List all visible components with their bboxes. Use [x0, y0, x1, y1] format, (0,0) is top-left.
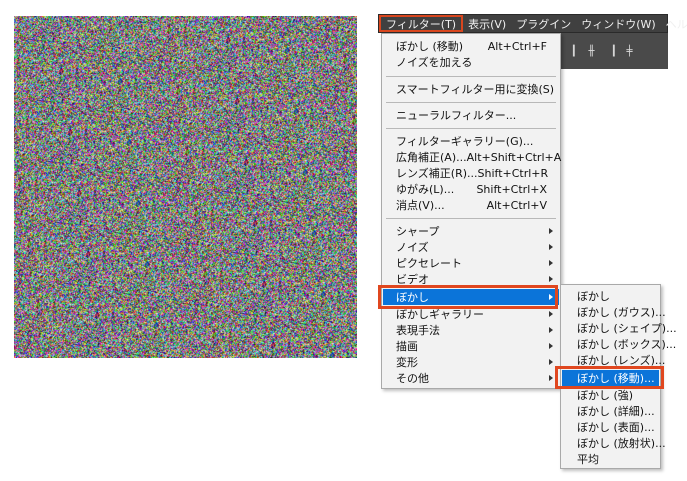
menu-item-noise[interactable]: ノイズ	[383, 239, 559, 255]
submenu-arrow-icon	[549, 375, 553, 381]
submenu-arrow-icon	[549, 244, 553, 250]
menu-item-add-noise[interactable]: ノイズを加える	[383, 54, 559, 70]
menu-item-render[interactable]: 描画	[383, 338, 559, 354]
submenu-arrow-icon	[549, 327, 553, 333]
menu-filter[interactable]: フィルター(T)	[379, 15, 464, 32]
menu-plugins[interactable]: プラグイン	[511, 15, 576, 32]
menu-item-pixelate[interactable]: ピクセレート	[383, 255, 559, 271]
menu-item-label: ぼかし (移動)	[396, 40, 464, 53]
menu-item-stylize[interactable]: 表現手法	[383, 322, 559, 338]
menu-item-label: ノイズ	[396, 241, 429, 254]
menu-separator	[386, 76, 556, 77]
distribute-icon[interactable]: ╪	[624, 47, 635, 57]
menu-item-label: ピクセレート	[396, 257, 462, 270]
menu-item-label: スマートフィルター用に変換(S)	[396, 83, 555, 96]
submenu-arrow-icon	[549, 359, 553, 365]
menu-separator	[386, 102, 556, 103]
menu-item-blur-gallery[interactable]: ぼかしギャラリー	[383, 306, 559, 322]
submenu-arrow-icon	[549, 260, 553, 266]
submenu-arrow-icon	[549, 228, 553, 234]
submenu-item-blur-more[interactable]: ぼかし (強)	[562, 387, 659, 403]
submenu-item-shape-blur[interactable]: ぼかし (シェイプ)...	[562, 320, 677, 336]
submenu-arrow-icon	[549, 343, 553, 349]
blur-submenu: ぼかし ぼかし (ガウス)... ぼかし (シェイプ)... ぼかし (ボックス…	[560, 284, 677, 469]
submenu-item-lens-blur[interactable]: ぼかし (レンズ)...	[562, 352, 665, 368]
menu-item-label: ぼかし	[396, 291, 429, 304]
menu-window[interactable]: ウィンドウ(W)	[576, 15, 660, 32]
menu-item-label: フィルターギャラリー(G)...	[396, 135, 534, 148]
menu-separator	[386, 128, 556, 129]
menu-item-adaptive-wide-angle[interactable]: 広角補正(A)... Alt+Shift+Ctrl+A	[383, 149, 562, 165]
menubar: フィルター(T) 表示(V) プラグイン ウィンドウ(W) ヘルプ(H)	[378, 14, 687, 33]
menu-item-label: 描画	[396, 340, 418, 353]
menu-item-shortcut: Alt+Shift+Ctrl+A	[466, 150, 562, 164]
align-left-icon[interactable]: ▕▏	[566, 47, 581, 57]
menu-item-label: その他	[396, 372, 429, 385]
menu-item-liquify[interactable]: ゆがみ(L)... Shift+Ctrl+X	[383, 181, 559, 197]
submenu-item-surface-blur[interactable]: ぼかし (表面)...	[562, 419, 659, 435]
noise-image	[14, 16, 357, 358]
submenu-arrow-icon	[549, 294, 553, 300]
align-center-icon[interactable]: ╫	[586, 47, 597, 57]
menu-item-label: レンズ補正(R)...	[396, 167, 478, 180]
menu-item-filter-gallery[interactable]: フィルターギャラリー(G)...	[383, 133, 559, 149]
menu-item-label: ぼかしギャラリー	[396, 308, 484, 321]
submenu-item-motion-blur[interactable]: ぼかし (移動)...	[562, 370, 659, 386]
menu-item-lens-correction[interactable]: レンズ補正(R)... Shift+Ctrl+R	[383, 165, 559, 181]
menu-item-neural-filters[interactable]: ニューラルフィルター...	[383, 107, 559, 123]
menu-item-blur[interactable]: ぼかし	[383, 289, 559, 305]
menu-item-label: ニューラルフィルター...	[396, 109, 517, 122]
menu-item-vanishing-point[interactable]: 消点(V)... Alt+Ctrl+V	[383, 197, 559, 213]
submenu-item-gaussian-blur[interactable]: ぼかし (ガウス)...	[562, 304, 666, 320]
menu-item-label: ビデオ	[396, 273, 429, 286]
menu-item-shortcut: Alt+Ctrl+F	[487, 39, 547, 53]
menu-item-shortcut: Shift+Ctrl+X	[476, 182, 547, 196]
menu-item-label: 広角補正(A)...	[396, 151, 467, 164]
menu-help[interactable]: ヘルプ(H)	[661, 15, 687, 32]
menu-item-last-filter[interactable]: ぼかし (移動) Alt+Ctrl+F	[383, 38, 559, 54]
menu-item-label: 表現手法	[396, 324, 440, 337]
menu-separator	[386, 218, 556, 219]
menu-view[interactable]: 表示(V)	[463, 15, 511, 32]
menu-item-distort[interactable]: 変形	[383, 354, 559, 370]
submenu-item-smart-blur[interactable]: ぼかし (詳細)...	[562, 403, 659, 419]
submenu-arrow-icon	[549, 311, 553, 317]
menu-item-other[interactable]: その他	[383, 370, 559, 386]
submenu-item-blur[interactable]: ぼかし	[562, 288, 659, 304]
menu-item-label: シャープ	[396, 225, 440, 238]
menu-item-label: ゆがみ(L)...	[396, 183, 455, 196]
menu-item-convert-smart-filter[interactable]: スマートフィルター用に変換(S)	[383, 81, 559, 97]
menu-item-label: 変形	[396, 356, 418, 369]
submenu-arrow-icon	[549, 276, 553, 282]
align-right-icon[interactable]: ▕▏	[606, 47, 621, 57]
submenu-item-radial-blur[interactable]: ぼかし (放射状)...	[562, 435, 666, 451]
submenu-item-average[interactable]: 平均	[562, 451, 659, 467]
menu-item-label: ノイズを加える	[396, 56, 473, 69]
menu-item-label: 消点(V)...	[396, 199, 445, 212]
filter-menu: ぼかし (移動) Alt+Ctrl+F ノイズを加える スマートフィルター用に変…	[381, 33, 561, 389]
menu-item-shortcut: Alt+Ctrl+V	[486, 198, 547, 212]
menu-item-video[interactable]: ビデオ	[383, 271, 559, 287]
menu-item-shortcut: Shift+Ctrl+R	[477, 166, 549, 180]
menu-item-sharpen[interactable]: シャープ	[383, 223, 559, 239]
submenu-item-box-blur[interactable]: ぼかし (ボックス)...	[562, 336, 676, 352]
options-toolbar: ▕▏ ╫ ▕▏ ╪	[560, 33, 668, 69]
